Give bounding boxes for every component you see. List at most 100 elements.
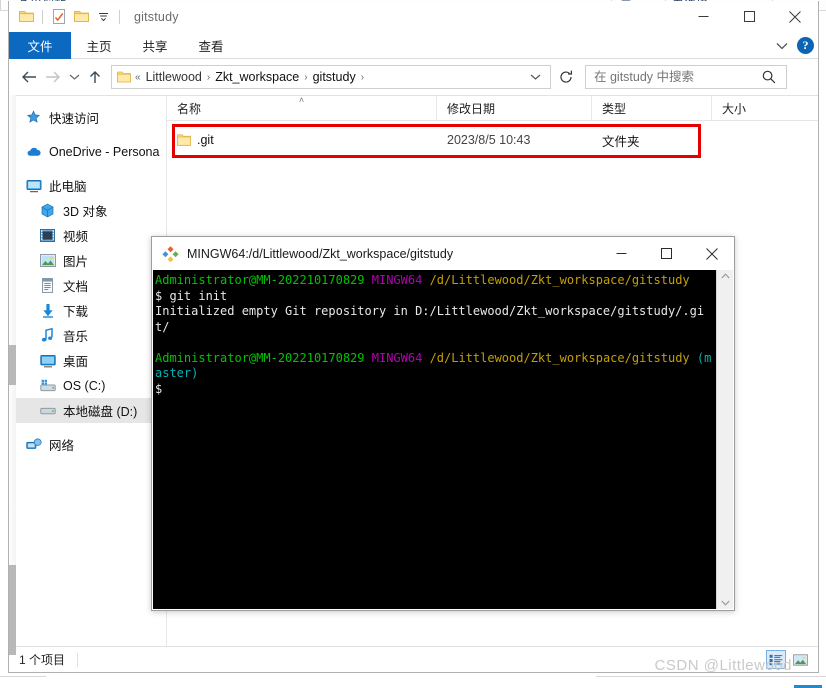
- view-mode-buttons: [766, 650, 818, 669]
- terminal-segment: Administrator@MM-202210170829: [155, 350, 365, 365]
- breadcrumb-overflow[interactable]: «: [132, 72, 144, 83]
- sidebar-item-os-c[interactable]: OS (C:): [9, 373, 166, 398]
- sidebar-item-3d-objects[interactable]: 3D 对象: [9, 198, 166, 223]
- breadcrumb-sep-1[interactable]: ›: [204, 72, 213, 83]
- terminal-line: $: [155, 382, 715, 398]
- sidebar-item-videos[interactable]: 视频: [9, 223, 166, 248]
- terminal-segment: Administrator@MM-202210170829: [155, 273, 365, 287]
- column-header-date-modified[interactable]: 修改日期: [437, 95, 592, 121]
- properties-icon[interactable]: [48, 6, 70, 28]
- sidebar-item-this-pc[interactable]: 此电脑: [9, 173, 166, 198]
- status-item-count: 1 个项目: [19, 653, 66, 667]
- sort-ascending-icon: ˄: [298, 94, 305, 105]
- column-header-name[interactable]: ˄ 名称: [167, 94, 437, 121]
- breadcrumb-item-gitstudy[interactable]: gitstudy: [311, 70, 358, 84]
- quick-access-toolbar: [9, 1, 125, 32]
- terminal-maximize-button[interactable]: [644, 237, 689, 270]
- terminal-minimize-button[interactable]: [599, 237, 644, 270]
- pin-star-icon: [25, 109, 42, 126]
- column-label: 类型: [602, 101, 627, 116]
- minimize-button[interactable]: [680, 1, 726, 32]
- left-edge-scrollbar[interactable]: [9, 95, 16, 655]
- status-bar: 1 个项目: [9, 646, 818, 672]
- breadcrumb-item-zkt-workspace[interactable]: Zkt_workspace: [213, 70, 301, 84]
- sidebar-item-local-disk-d[interactable]: 本地磁盘 (D:): [9, 398, 166, 423]
- address-dropdown-icon[interactable]: [530, 73, 548, 81]
- up-button[interactable]: [83, 65, 107, 89]
- sidebar-item-downloads[interactable]: 下载: [9, 298, 166, 323]
- tab-home[interactable]: 主页: [71, 32, 127, 59]
- folder-icon[interactable]: [15, 6, 37, 28]
- column-header-size[interactable]: 大小: [712, 96, 787, 121]
- table-row[interactable]: .git 2023/8/5 10:43 文件夹: [167, 128, 818, 152]
- sidebar-item-network[interactable]: 网络: [9, 432, 166, 457]
- scroll-down-icon[interactable]: [720, 597, 730, 609]
- customize-qat-icon[interactable]: [92, 6, 114, 28]
- cell-size: [712, 128, 787, 152]
- terminal-line: Administrator@MM-202210170829 MINGW64 /d…: [155, 273, 715, 289]
- sidebar-item-quick-access[interactable]: 快速访问: [9, 105, 166, 130]
- search-box[interactable]: [585, 65, 787, 89]
- column-label: 修改日期: [447, 101, 496, 116]
- terminal-title: MINGW64:/d/Littlewood/Zkt_workspace/gits…: [187, 246, 454, 261]
- terminal-title-bar: MINGW64:/d/Littlewood/Zkt_workspace/gits…: [152, 237, 734, 270]
- sidebar-item-pictures[interactable]: 图片: [9, 248, 166, 273]
- terminal-line: Administrator@MM-202210170829 MINGW64 /d…: [155, 351, 715, 382]
- desktop-icon: [39, 352, 56, 369]
- sidebar-label: 音乐: [63, 330, 89, 344]
- scroll-up-icon[interactable]: [720, 270, 730, 282]
- drive-os-icon: [39, 377, 56, 394]
- help-icon[interactable]: ?: [797, 37, 814, 54]
- sidebar-item-music[interactable]: 音乐: [9, 323, 166, 348]
- address-bar[interactable]: « Littlewood › Zkt_workspace › gitstudy …: [111, 65, 551, 89]
- tab-file[interactable]: 文件: [9, 32, 71, 59]
- terminal-segment: Initialized empty Git repository in D:/L…: [155, 304, 705, 334]
- address-folder-icon: [116, 71, 132, 83]
- terminal-segment: MINGW64: [371, 350, 423, 365]
- mingw64-terminal-window: MINGW64:/d/Littlewood/Zkt_workspace/gits…: [151, 236, 735, 611]
- terminal-window-controls: [599, 237, 734, 270]
- search-input[interactable]: [594, 70, 762, 84]
- navigation-pane: 快速访问 OneDrive - Persona 此电脑 3D 对象 视频 图片 …: [9, 96, 167, 646]
- chevron-down-icon[interactable]: [776, 42, 788, 50]
- close-button[interactable]: [772, 1, 818, 32]
- terminal-output-area[interactable]: Administrator@MM-202210170829 MINGW64 /d…: [153, 270, 733, 609]
- search-icon[interactable]: [762, 70, 786, 84]
- terminal-scrollbar[interactable]: [716, 270, 733, 609]
- 3d-objects-icon: [39, 202, 56, 219]
- sidebar-item-documents[interactable]: 文档: [9, 273, 166, 298]
- terminal-close-button[interactable]: [689, 237, 734, 270]
- qat-divider-2: [119, 9, 120, 24]
- sidebar-label: 此电脑: [49, 180, 87, 194]
- forward-button[interactable]: [41, 65, 65, 89]
- terminal-segment: [422, 273, 429, 287]
- details-view-icon[interactable]: [766, 650, 786, 669]
- sidebar-label: 3D 对象: [63, 205, 108, 219]
- scrollbar-thumb-upper[interactable]: [9, 345, 16, 385]
- tab-share[interactable]: 共享: [127, 32, 183, 59]
- breadcrumb-item-littlewood[interactable]: Littlewood: [144, 70, 204, 84]
- scrollbar-thumb-lower[interactable]: [9, 565, 16, 655]
- sidebar-label: 本地磁盘 (D:): [63, 405, 138, 419]
- sidebar-label: 下载: [63, 305, 89, 319]
- ribbon-right-controls: ?: [776, 32, 814, 59]
- column-header-type[interactable]: 类型: [592, 95, 712, 121]
- terminal-segment: [365, 351, 372, 365]
- refresh-button[interactable]: [553, 65, 579, 89]
- maximize-button[interactable]: [726, 1, 772, 32]
- recent-locations-button[interactable]: [65, 65, 83, 89]
- new-folder-icon[interactable]: [70, 6, 92, 28]
- sidebar-label: OneDrive - Persona: [49, 144, 160, 159]
- breadcrumb-sep-3[interactable]: ›: [358, 72, 367, 83]
- folder-icon: [177, 134, 191, 146]
- large-icons-view-icon[interactable]: [790, 650, 810, 669]
- sidebar-item-onedrive[interactable]: OneDrive - Persona: [9, 139, 166, 164]
- column-label: 大小: [722, 101, 747, 116]
- terminal-segment: [365, 273, 372, 287]
- back-button[interactable]: [17, 65, 41, 89]
- cell-type: 文件夹: [602, 134, 640, 149]
- sidebar-item-desktop[interactable]: 桌面: [9, 348, 166, 373]
- breadcrumb-sep-2[interactable]: ›: [301, 72, 310, 83]
- tab-view[interactable]: 查看: [183, 32, 239, 59]
